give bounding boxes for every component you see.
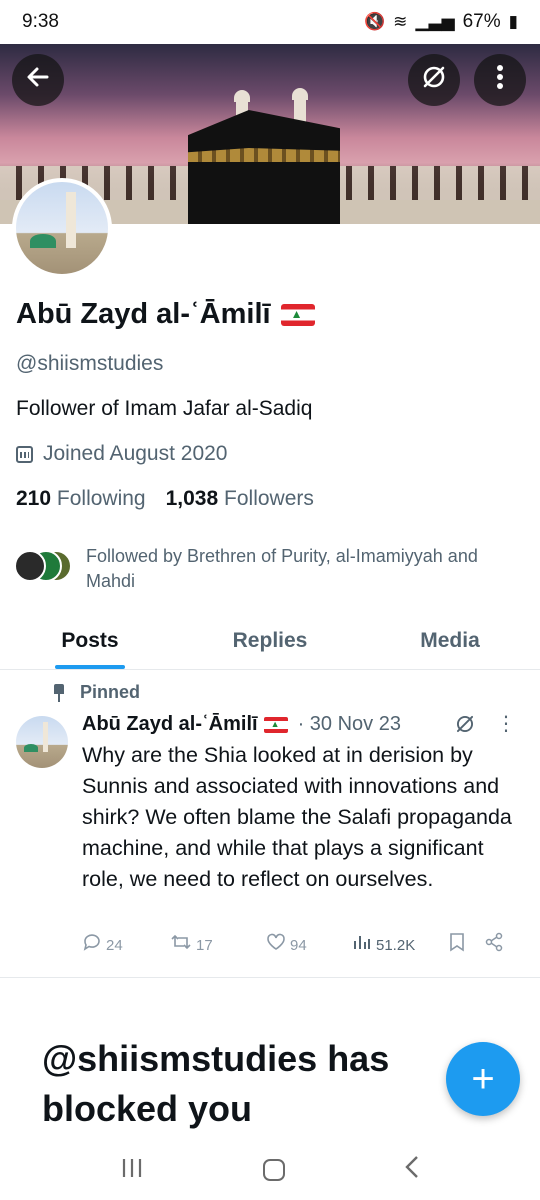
profile-handle: @shiismstudies: [16, 352, 164, 375]
grok-button[interactable]: [408, 54, 460, 106]
back-button[interactable]: [12, 54, 64, 106]
mute-icon: 🔇: [363, 12, 386, 31]
like-count: 94: [290, 936, 307, 954]
battery-icon: ▮: [508, 12, 518, 31]
lebanon-flag-icon: [263, 716, 288, 733]
post-header: Abū Zayd al-ʿĀmilī · 30 Nov 23 ⋮: [82, 713, 522, 736]
joined-date: Joined August 2020: [16, 442, 228, 466]
share-button[interactable]: [484, 932, 504, 958]
battery-text: 67%: [462, 11, 501, 32]
tab-posts[interactable]: Posts: [0, 612, 180, 669]
display-name: Abū Zayd al-ʿĀmilī: [16, 298, 271, 330]
back-nav-icon[interactable]: [404, 1154, 420, 1186]
grok-icon: [420, 63, 448, 98]
followed-by-avatars: [14, 550, 76, 586]
home-icon[interactable]: [262, 1159, 285, 1181]
system-nav-bar: [0, 1140, 540, 1200]
wifi-icon: ≋: [393, 12, 408, 31]
following-count: 210: [16, 487, 52, 510]
more-vertical-icon: [496, 64, 504, 97]
avatar-minaret: [43, 722, 48, 752]
pin-icon: [52, 683, 66, 702]
follow-stats: 210 Following 1,038 Followers: [16, 487, 314, 511]
followers-label: Followers: [224, 487, 314, 510]
compose-button[interactable]: +: [446, 1042, 520, 1116]
status-icons: 🔇 ≋ ▁▃▅ 67% ▮: [364, 11, 518, 33]
signal-icon: ▁▃▅: [415, 12, 455, 31]
tab-media[interactable]: Media: [360, 612, 540, 669]
profile-name-row: Abū Zayd al-ʿĀmilī: [16, 298, 315, 331]
repost-icon: [170, 932, 192, 958]
views-count: 51.2K: [376, 936, 416, 954]
pinned-indicator: Pinned: [52, 682, 140, 703]
post-author-avatar[interactable]: [16, 716, 68, 768]
arrow-left-icon: [25, 64, 51, 97]
reply-count: 24: [106, 936, 123, 954]
avatar-dome: [30, 234, 56, 248]
repost-button[interactable]: 17: [170, 932, 266, 958]
bookmark-icon: [448, 932, 466, 958]
like-button[interactable]: 94: [266, 932, 352, 958]
post-date[interactable]: · 30 Nov 23: [298, 713, 401, 736]
post-author-name[interactable]: Abū Zayd al-ʿĀmilī: [82, 713, 258, 736]
profile-tabs: Posts Replies Media: [0, 612, 540, 670]
post-actions: 24 17 94 51.2K: [82, 932, 522, 958]
views-icon: [352, 932, 372, 958]
bookmark-button[interactable]: [448, 932, 484, 958]
reply-button[interactable]: 24: [82, 932, 170, 958]
status-time: 9:38: [22, 11, 59, 32]
kaaba-image: [188, 110, 340, 224]
followed-by[interactable]: Followed by Brethren of Purity, al-Imami…: [14, 544, 524, 594]
calendar-icon: [16, 445, 33, 463]
pinned-label: Pinned: [80, 682, 141, 702]
followers-link[interactable]: 1,038 Followers: [166, 487, 314, 511]
profile-avatar[interactable]: [12, 178, 112, 278]
followed-by-text: Followed by Brethren of Purity, al-Imami…: [86, 546, 478, 591]
share-icon: [484, 932, 504, 958]
tab-replies[interactable]: Replies: [180, 612, 360, 669]
heart-icon: [266, 932, 286, 958]
profile-bio: Follower of Imam Jafar al-Sadiq: [16, 397, 313, 420]
status-bar: 9:38 🔇 ≋ ▁▃▅ 67% ▮: [0, 0, 540, 44]
following-link[interactable]: 210 Following: [16, 487, 146, 511]
plus-icon: +: [471, 1056, 495, 1101]
following-label: Following: [56, 487, 146, 510]
follower-avatar: [14, 550, 46, 582]
post-more-icon[interactable]: ⋮: [496, 711, 516, 736]
grok-icon[interactable]: [454, 713, 476, 741]
lebanon-flag-icon: [280, 303, 315, 326]
followers-count: 1,038: [165, 487, 219, 510]
repost-count: 17: [196, 936, 213, 954]
avatar-dome: [24, 744, 38, 752]
divider: [0, 977, 540, 978]
post-text[interactable]: Why are the Shia looked at in derision b…: [82, 740, 527, 895]
more-options-button[interactable]: [474, 54, 526, 106]
recent-apps-icon[interactable]: [120, 1154, 144, 1186]
blocked-message: @shiismstudies has blocked you: [42, 1038, 390, 1129]
avatar-minaret: [66, 192, 76, 248]
views-button[interactable]: 51.2K: [352, 932, 448, 958]
joined-text: Joined August 2020: [43, 442, 228, 465]
reply-icon: [82, 932, 102, 958]
